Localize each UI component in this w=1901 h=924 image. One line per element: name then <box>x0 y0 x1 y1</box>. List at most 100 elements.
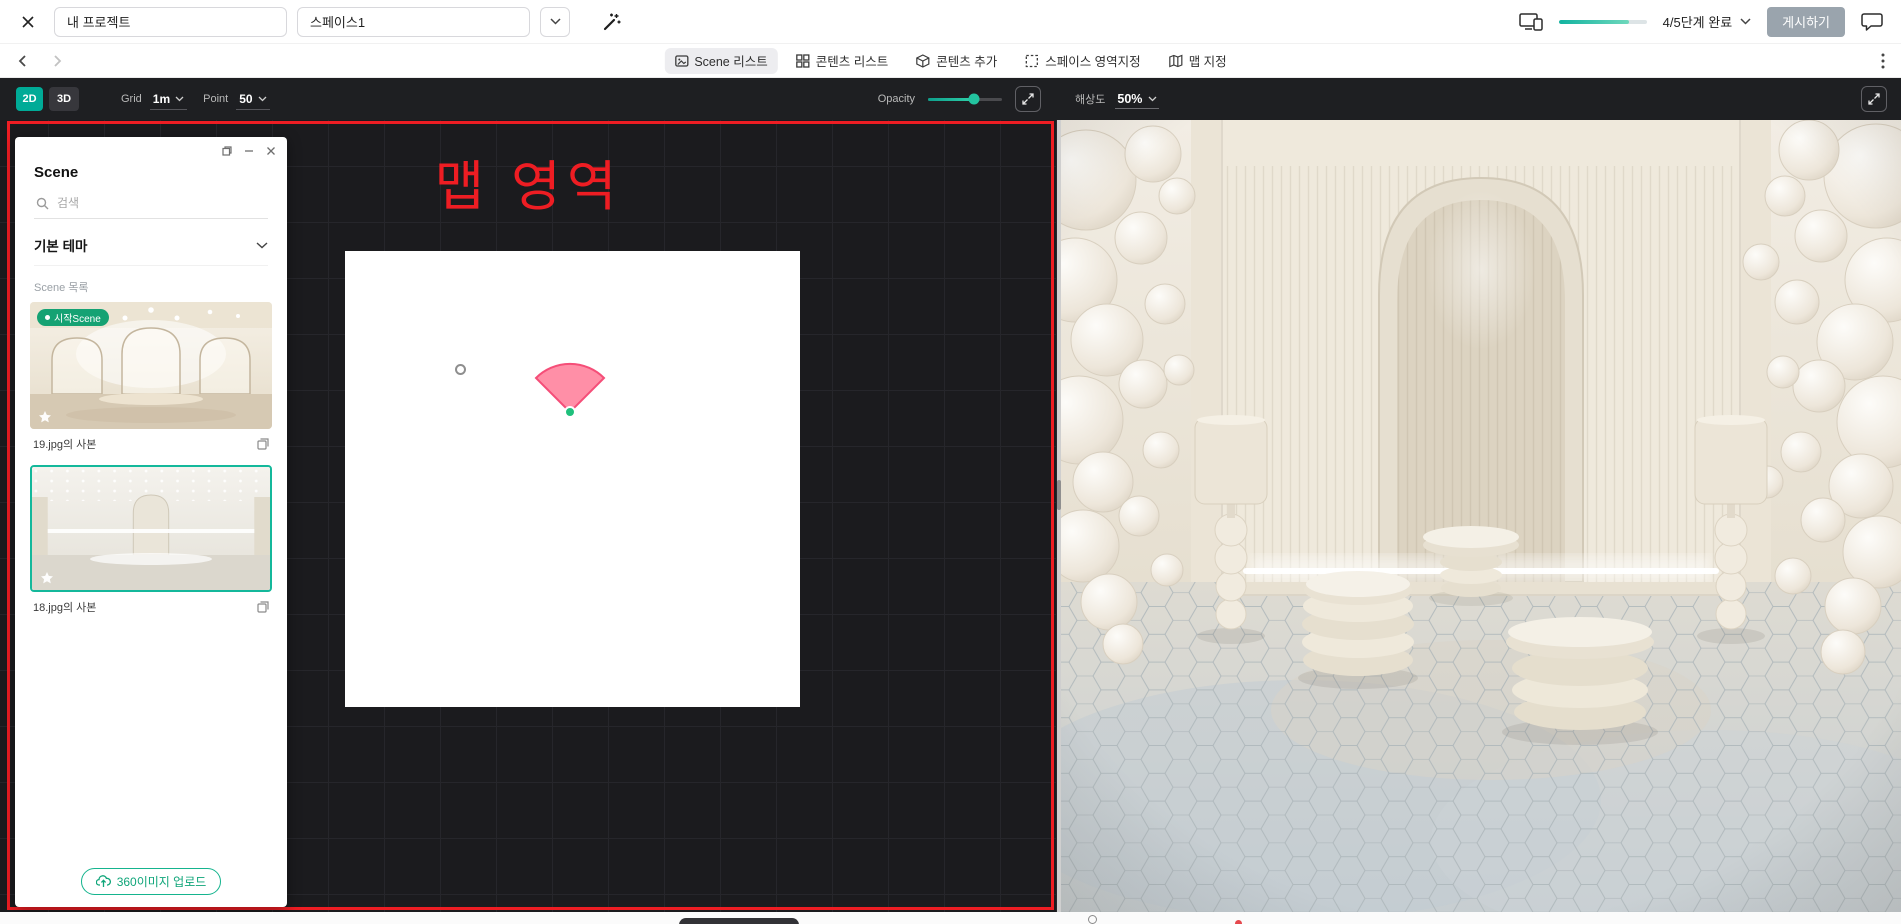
forward-icon <box>49 53 65 69</box>
resolution-value: 50% <box>1117 91 1143 106</box>
tab-label: 스페이스 영역지정 <box>1045 55 1141 69</box>
scene-panel-window: Scene 기본 테마 Scene 목록 <box>15 137 287 907</box>
minus-icon <box>244 146 254 156</box>
redo-forward-button[interactable] <box>49 53 65 69</box>
viewpoint-fan[interactable] <box>505 304 635 434</box>
undo-back-button[interactable] <box>15 53 31 69</box>
tab-scene-list[interactable]: Scene 리스트 <box>664 47 778 74</box>
chat-icon <box>1861 12 1883 32</box>
tab-label: 콘텐츠 리스트 <box>815 55 889 69</box>
scene-thumbnail[interactable]: 시작Scene <box>30 302 272 429</box>
kebab-menu-icon <box>1881 53 1885 69</box>
chevron-down-icon <box>256 241 268 249</box>
scene-options-button[interactable] <box>257 438 269 450</box>
scene-panel-controls <box>15 137 287 156</box>
star-icon[interactable] <box>40 571 54 585</box>
editor-tabs: Scene 리스트 콘텐츠 리스트 콘텐츠 추가 스페이스 영역지정 맵 지정 <box>664 47 1237 74</box>
publish-progress-bar <box>1558 19 1647 24</box>
image-icon <box>674 54 688 68</box>
chat-button[interactable] <box>1861 12 1883 32</box>
space-dropdown-button[interactable] <box>540 6 570 37</box>
scene-meta-row: 19.jpg의 사본 <box>30 429 272 461</box>
map-editor-toolbar: 2D 3D Grid 1m Point 50 Opacity <box>0 78 1057 120</box>
pane-resize-handle[interactable] <box>1057 480 1061 510</box>
chevron-down-icon <box>258 96 267 102</box>
bottom-strip <box>0 912 1901 924</box>
publish-button[interactable]: 게시하기 <box>1767 6 1845 37</box>
theme-label: 기본 테마 <box>34 239 88 254</box>
map-editor-pane: 2D 3D Grid 1m Point 50 Opacity 맵 영역 Scen… <box>0 78 1057 912</box>
mode-3d-button[interactable]: 3D <box>49 87 79 111</box>
bottom-toolbar-pill[interactable] <box>679 918 799 924</box>
scene-thumbnail-selected[interactable] <box>30 465 272 592</box>
grid-icon <box>796 53 810 68</box>
opacity-slider[interactable] <box>928 93 1002 105</box>
point-label: Point <box>203 93 229 105</box>
close-icon <box>21 15 35 29</box>
3d-room-render <box>1061 120 1901 912</box>
steps-label: 4/5단계 완료 <box>1662 15 1733 30</box>
scene-search-input[interactable] <box>57 196 227 210</box>
close-project-button[interactable] <box>12 6 44 38</box>
pin-dot-icon <box>45 315 50 320</box>
copy-icon <box>257 438 269 450</box>
tab-space-area[interactable]: 스페이스 영역지정 <box>1015 48 1150 74</box>
panel-minimize-button[interactable] <box>244 146 254 156</box>
start-scene-badge-label: 시작Scene <box>54 314 101 325</box>
scene-meta-row: 18.jpg의 사본 <box>30 592 272 624</box>
box-icon <box>916 53 930 68</box>
tab-label: 맵 지정 <box>1188 55 1227 69</box>
space-name-input[interactable] <box>297 6 530 37</box>
mode-2d-button[interactable]: 2D <box>16 87 43 111</box>
tab-label: 콘텐츠 추가 <box>936 55 998 69</box>
opacity-slider-fill <box>928 97 974 101</box>
opacity-label: Opacity <box>877 93 915 105</box>
point-size-value: 50 <box>239 91 253 106</box>
preview-fullscreen-button[interactable] <box>1861 86 1887 112</box>
chevron-down-icon <box>1148 96 1157 102</box>
space-editor-app: 4/5단계 완료 게시하기 <box>0 0 1901 924</box>
chevron-down-icon <box>549 18 561 25</box>
tab-label: Scene 리스트 <box>694 55 768 69</box>
resolution-label: 해상도 <box>1075 94 1106 106</box>
editor-fullscreen-button[interactable] <box>1015 86 1041 112</box>
panel-close-button[interactable] <box>266 146 276 156</box>
grid-size-value: 1m <box>152 91 171 106</box>
panel-upload-row: 360이미지 업로드 <box>15 860 287 907</box>
opacity-slider-knob[interactable] <box>968 93 980 105</box>
tab-content-list[interactable]: 콘텐츠 리스트 <box>786 48 898 74</box>
top-bar-right: 4/5단계 완료 게시하기 <box>1518 6 1889 37</box>
responsive-preview-button[interactable] <box>1518 12 1543 31</box>
scene-search <box>34 191 268 219</box>
project-name-input[interactable] <box>54 6 287 37</box>
map-canvas[interactable] <box>345 251 800 707</box>
map-point-marker[interactable] <box>455 364 466 375</box>
upload-360-button[interactable]: 360이미지 업로드 <box>80 868 222 895</box>
resolution-select[interactable]: 50% <box>1115 90 1160 109</box>
map-icon <box>1169 54 1183 68</box>
preview-3d-viewport[interactable] <box>1061 120 1901 912</box>
scene-options-button[interactable] <box>257 601 269 613</box>
grid-size-select[interactable]: 1m <box>149 89 188 110</box>
close-icon <box>266 146 276 156</box>
copy-icon <box>257 601 269 613</box>
point-size-select[interactable]: 50 <box>236 89 270 110</box>
scene-name: 19.jpg의 사본 <box>33 439 97 451</box>
magic-wand-button[interactable] <box>596 6 628 38</box>
scene-thumbnail-art <box>32 467 270 590</box>
back-icon <box>15 53 31 69</box>
fullscreen-icon <box>1868 93 1880 105</box>
magic-wand-icon <box>601 11 623 33</box>
bottom-red-dot <box>1235 920 1242 924</box>
chevron-down-icon <box>175 96 184 102</box>
more-menu-button[interactable] <box>1881 53 1885 69</box>
bottom-circle-icon[interactable] <box>1088 915 1097 924</box>
dashed-square-icon <box>1025 54 1039 68</box>
tab-add-content[interactable]: 콘텐츠 추가 <box>906 48 1007 74</box>
panel-restore-button[interactable] <box>222 146 232 156</box>
theme-accordion[interactable]: 기본 테마 <box>34 225 268 266</box>
scene-list: 시작Scene 19.jpg의 사본 18.jpg의 사본 <box>15 302 287 860</box>
steps-dropdown-button[interactable]: 4/5단계 완료 <box>1663 12 1752 31</box>
star-icon[interactable] <box>38 410 52 424</box>
tab-map-assign[interactable]: 맵 지정 <box>1159 48 1237 74</box>
